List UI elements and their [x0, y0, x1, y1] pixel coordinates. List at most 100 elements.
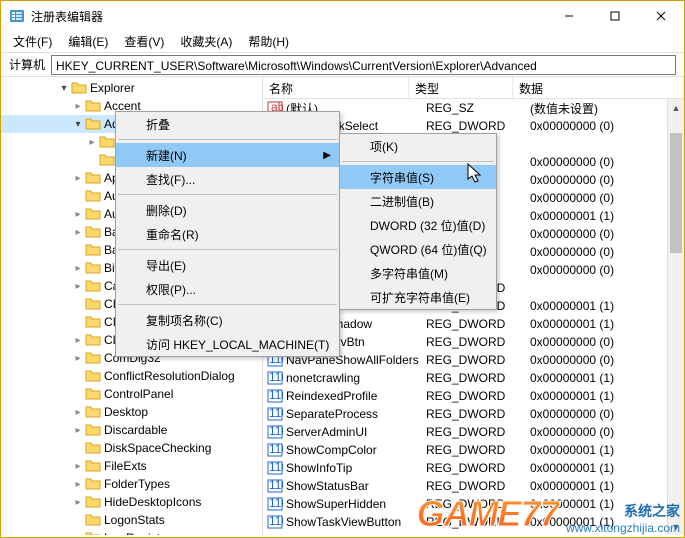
value-type: REG_DWORD: [426, 479, 530, 493]
ctx-new-dword32[interactable]: DWORD (32 位)值(D): [340, 213, 496, 237]
ctx-permissions[interactable]: 权限(P)...: [116, 277, 339, 301]
value-name: ServerAdminUI: [286, 425, 426, 439]
expand-toggle-icon[interactable]: [85, 137, 99, 148]
value-type: REG_DWORD: [426, 407, 530, 421]
value-type: REG_DWORD: [426, 371, 530, 385]
ctx-new-string[interactable]: 字符串值(S): [340, 165, 496, 189]
values-header: 名称 类型 数据: [263, 77, 684, 99]
tree-node-controlpanel[interactable]: ControlPanel: [1, 385, 262, 403]
col-header-name[interactable]: 名称: [263, 77, 409, 98]
expand-toggle-icon[interactable]: [71, 533, 85, 536]
value-row[interactable]: 110ShowSuperHiddenREG_DWORD0x00000001 (1…: [263, 495, 684, 513]
value-row[interactable]: 110ServerAdminUIREG_DWORD0x00000000 (0): [263, 423, 684, 441]
scroll-thumb[interactable]: [670, 133, 682, 253]
menu-file[interactable]: 文件(F): [5, 31, 60, 52]
value-row[interactable]: 110nonetcrawlingREG_DWORD0x00000001 (1): [263, 369, 684, 387]
expand-toggle-icon[interactable]: [71, 407, 85, 418]
menu-help[interactable]: 帮助(H): [240, 31, 297, 52]
expand-toggle-icon[interactable]: [71, 497, 85, 508]
value-row[interactable]: 110ShowCompColorREG_DWORD0x00000001 (1): [263, 441, 684, 459]
value-type: REG_DWORD: [426, 317, 530, 331]
context-menu-new: 项(K) 字符串值(S) 二进制值(B) DWORD (32 位)值(D) QW…: [339, 133, 497, 310]
expand-toggle-icon[interactable]: [71, 479, 85, 490]
ctx-export[interactable]: 导出(E): [116, 253, 339, 277]
ctx-new-key[interactable]: 项(K): [340, 134, 496, 158]
value-data: 0x00000001 (1): [530, 479, 684, 493]
expand-toggle-icon[interactable]: [71, 335, 85, 346]
col-header-data[interactable]: 数据: [513, 77, 684, 98]
expand-toggle-icon[interactable]: [71, 209, 85, 220]
svg-text:110: 110: [269, 461, 283, 474]
tree-node-lowregistry[interactable]: LowRegistry: [1, 529, 262, 535]
ctx-new-expandsz[interactable]: 可扩充字符串值(E): [340, 285, 496, 309]
close-button[interactable]: [638, 1, 684, 31]
tree-node-fileexts[interactable]: FileExts: [1, 457, 262, 475]
value-data: 0x00000000 (0): [530, 119, 684, 133]
value-row[interactable]: 110ReindexedProfileREG_DWORD0x00000001 (…: [263, 387, 684, 405]
value-row[interactable]: 110ShowTaskViewButtonREG_DWORD0x00000001…: [263, 513, 684, 531]
address-path-input[interactable]: HKEY_CURRENT_USER\Software\Microsoft\Win…: [51, 55, 676, 75]
tree-node-diskspacechecking[interactable]: DiskSpaceChecking: [1, 439, 262, 457]
expand-toggle-icon[interactable]: [71, 263, 85, 274]
scroll-down-button[interactable]: ▼: [668, 518, 684, 535]
value-data: 0x00000001 (1): [530, 515, 684, 529]
tree-label: Discardable: [104, 423, 167, 437]
expand-toggle-icon[interactable]: [71, 227, 85, 238]
ctx-separator: [342, 161, 494, 162]
expand-toggle-icon[interactable]: [71, 281, 85, 292]
expand-toggle-icon[interactable]: [71, 101, 85, 112]
value-name: ShowSuperHidden: [286, 497, 426, 511]
tree-node-foldertypes[interactable]: FolderTypes: [1, 475, 262, 493]
tree-node-desktop[interactable]: Desktop: [1, 403, 262, 421]
ctx-rename[interactable]: 重命名(R): [116, 222, 339, 246]
tree-node-conflictresolutiondialog[interactable]: ConflictResolutionDialog: [1, 367, 262, 385]
svg-text:110: 110: [269, 407, 283, 420]
ctx-collapse[interactable]: 折叠: [116, 112, 339, 136]
value-row[interactable]: 110ShowStatusBarREG_DWORD0x00000001 (1): [263, 477, 684, 495]
value-type: REG_DWORD: [426, 461, 530, 475]
col-header-type[interactable]: 类型: [409, 77, 513, 98]
tree-node-logonstats[interactable]: LogonStats: [1, 511, 262, 529]
ctx-new-label: 新建(N): [146, 147, 187, 164]
scroll-up-button[interactable]: ▲: [668, 99, 684, 116]
svg-text:110: 110: [269, 425, 283, 438]
menu-view[interactable]: 查看(V): [116, 31, 172, 52]
ctx-delete[interactable]: 删除(D): [116, 198, 339, 222]
value-name: ShowCompColor: [286, 443, 426, 457]
value-name: nonetcrawling: [286, 371, 426, 385]
expand-toggle-icon[interactable]: [71, 461, 85, 472]
expand-toggle-icon[interactable]: [71, 119, 85, 130]
ctx-new-multisz[interactable]: 多字符串值(M): [340, 261, 496, 285]
regedit-icon: [9, 8, 25, 24]
value-type: REG_DWORD: [426, 353, 530, 367]
tree-node-hidedesktopicons[interactable]: HideDesktopIcons: [1, 493, 262, 511]
ctx-find[interactable]: 查找(F)...: [116, 167, 339, 191]
ctx-copy-key-name[interactable]: 复制项名称(C): [116, 308, 339, 332]
value-row[interactable]: 110SeparateProcessREG_DWORD0x00000000 (0…: [263, 405, 684, 423]
tree-node-explorer[interactable]: Explorer: [1, 79, 262, 97]
maximize-button[interactable]: [592, 1, 638, 31]
value-type: REG_DWORD: [426, 425, 530, 439]
value-type: REG_DWORD: [426, 389, 530, 403]
tree-label: Desktop: [104, 405, 148, 419]
value-data: 0x00000000 (0): [530, 263, 684, 277]
tree-label: Explorer: [90, 81, 135, 95]
vertical-scrollbar[interactable]: ▲ ▼: [667, 99, 684, 535]
expand-toggle-icon[interactable]: [71, 173, 85, 184]
menu-favorites[interactable]: 收藏夹(A): [172, 31, 240, 52]
ctx-new-binary[interactable]: 二进制值(B): [340, 189, 496, 213]
value-row[interactable]: 110ShowInfoTipREG_DWORD0x00000001 (1): [263, 459, 684, 477]
ctx-separator: [118, 139, 337, 140]
ctx-jump-hklm[interactable]: 访问 HKEY_LOCAL_MACHINE(T): [116, 332, 339, 356]
tree-node-discardable[interactable]: Discardable: [1, 421, 262, 439]
ctx-new[interactable]: 新建(N)▶: [116, 143, 339, 167]
value-data: 0x00000000 (0): [530, 335, 684, 349]
minimize-button[interactable]: [546, 1, 592, 31]
menu-edit[interactable]: 编辑(E): [60, 31, 116, 52]
expand-toggle-icon[interactable]: [71, 425, 85, 436]
value-type: REG_DWORD: [426, 497, 530, 511]
ctx-new-qword64[interactable]: QWORD (64 位)值(Q): [340, 237, 496, 261]
expand-toggle-icon[interactable]: [57, 83, 71, 94]
expand-toggle-icon[interactable]: [71, 353, 85, 364]
address-label: 计算机: [9, 56, 45, 73]
